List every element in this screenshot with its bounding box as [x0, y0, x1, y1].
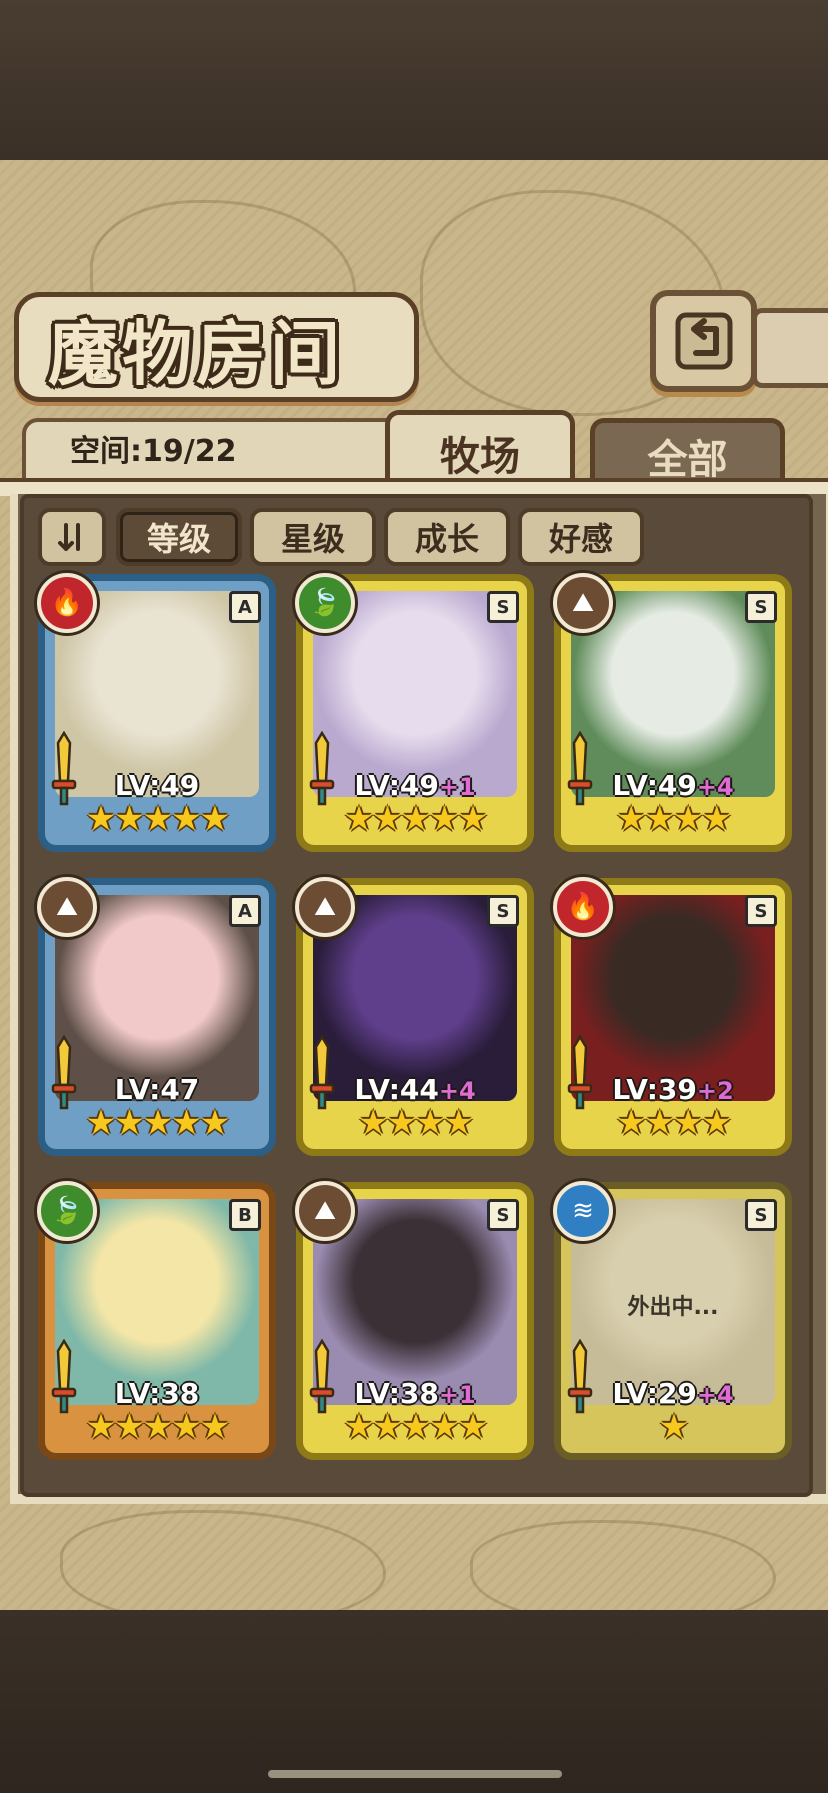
rank-badge: S [487, 591, 519, 623]
level-value: LV:49 [114, 769, 200, 802]
level-label: LV:49 [45, 769, 269, 802]
fire-element-icon: 🔥 [37, 573, 97, 633]
level-value: LV:39 [612, 1073, 697, 1106]
earth-element-icon: ⛰ [553, 573, 613, 633]
level-label: LV:47 [45, 1073, 269, 1106]
rank-badge: S [487, 895, 519, 927]
level-bonus: +1 [438, 773, 476, 801]
monster-card[interactable]: S ⛰ LV:38+1 ★★★★★ [295, 1181, 534, 1460]
monster-card[interactable]: S 🔥 LV:39+2 ★★★★ [553, 877, 792, 1156]
back-button-extension [752, 308, 828, 388]
level-bonus: +2 [696, 1077, 734, 1105]
level-label: LV:44+4 [303, 1073, 527, 1106]
monster-card[interactable]: S ⛰ LV:49+4 ★★★★ [553, 573, 792, 852]
level-value: LV:29 [612, 1377, 697, 1410]
level-value: LV:44 [354, 1073, 439, 1106]
level-bonus: +4 [696, 773, 734, 801]
earth-element-icon: ⛰ [37, 877, 97, 937]
star-rating: ★★★★★ [343, 799, 488, 839]
level-value: LV:38 [114, 1377, 200, 1410]
star-rating: ★★★★★ [343, 1407, 488, 1447]
star-rating: ★★★★★ [85, 799, 230, 839]
star-rating: ★★★★ [358, 1103, 474, 1143]
rank-badge: A [229, 895, 261, 927]
rank-badge: A [229, 591, 261, 623]
level-bonus: +4 [696, 1381, 734, 1409]
level-value: LV:49 [354, 769, 439, 802]
level-label: LV:38+1 [303, 1377, 527, 1410]
rank-badge: S [745, 895, 777, 927]
star-rating: ★★★★★ [85, 1103, 230, 1143]
rank-badge: S [487, 1199, 519, 1231]
sort-order-button[interactable] [38, 508, 106, 566]
level-label: LV:29+4 [561, 1377, 785, 1410]
earth-element-icon: ⛰ [295, 877, 355, 937]
level-value: LV:49 [612, 769, 697, 802]
earth-element-icon: ⛰ [295, 1181, 355, 1241]
nature-element-icon: 🍃 [37, 1181, 97, 1241]
level-bonus: +1 [438, 1381, 476, 1409]
page-title: 魔物房间 [48, 312, 344, 395]
nature-element-icon: 🍃 [295, 573, 355, 633]
monster-card[interactable]: A ⛰ LV:47 ★★★★★ [37, 877, 276, 1156]
star-rating: ★★★★★ [85, 1407, 230, 1447]
sort-level-button[interactable]: 等级 [116, 508, 242, 566]
monster-card[interactable]: S ≋ 外出中... LV:29+4 ★ [553, 1181, 792, 1460]
monster-card[interactable]: S 🍃 LV:49+1 ★★★★★ [295, 573, 534, 852]
star-rating: ★★★★ [616, 799, 732, 839]
level-label: LV:38 [45, 1377, 269, 1410]
star-rating: ★★★★ [616, 1103, 732, 1143]
bottom-background [0, 1610, 828, 1793]
rank-badge: B [229, 1199, 261, 1231]
sort-star-button[interactable]: 星级 [250, 508, 376, 566]
level-bonus: +4 [438, 1077, 476, 1105]
space-counter: 空间:19/22 [70, 434, 237, 469]
level-label: LV:49+1 [303, 769, 527, 802]
sort-growth-button[interactable]: 成长 [384, 508, 510, 566]
sort-order-icon [58, 523, 80, 551]
away-status: 外出中... [627, 1295, 719, 1320]
rank-badge: S [745, 591, 777, 623]
rank-badge: S [745, 1199, 777, 1231]
fire-element-icon: 🔥 [553, 877, 613, 937]
monster-card[interactable]: B 🍃 LV:38 ★★★★★ [37, 1181, 276, 1460]
level-label: LV:39+2 [561, 1073, 785, 1106]
water-element-icon: ≋ [553, 1181, 613, 1241]
monster-card[interactable]: S ⛰ LV:44+4 ★★★★ [295, 877, 534, 1156]
level-value: LV:38 [354, 1377, 439, 1410]
home-indicator [268, 1770, 562, 1778]
top-background [0, 0, 828, 160]
back-arrow-icon [675, 312, 732, 370]
level-label: LV:49+4 [561, 769, 785, 802]
level-value: LV:47 [114, 1073, 200, 1106]
map-coastline [60, 1510, 386, 1626]
monster-card[interactable]: A 🔥 LV:49 ★★★★★ [37, 573, 276, 852]
sort-affection-button[interactable]: 好感 [518, 508, 644, 566]
back-button[interactable] [650, 290, 757, 392]
star-rating: ★ [658, 1407, 689, 1447]
